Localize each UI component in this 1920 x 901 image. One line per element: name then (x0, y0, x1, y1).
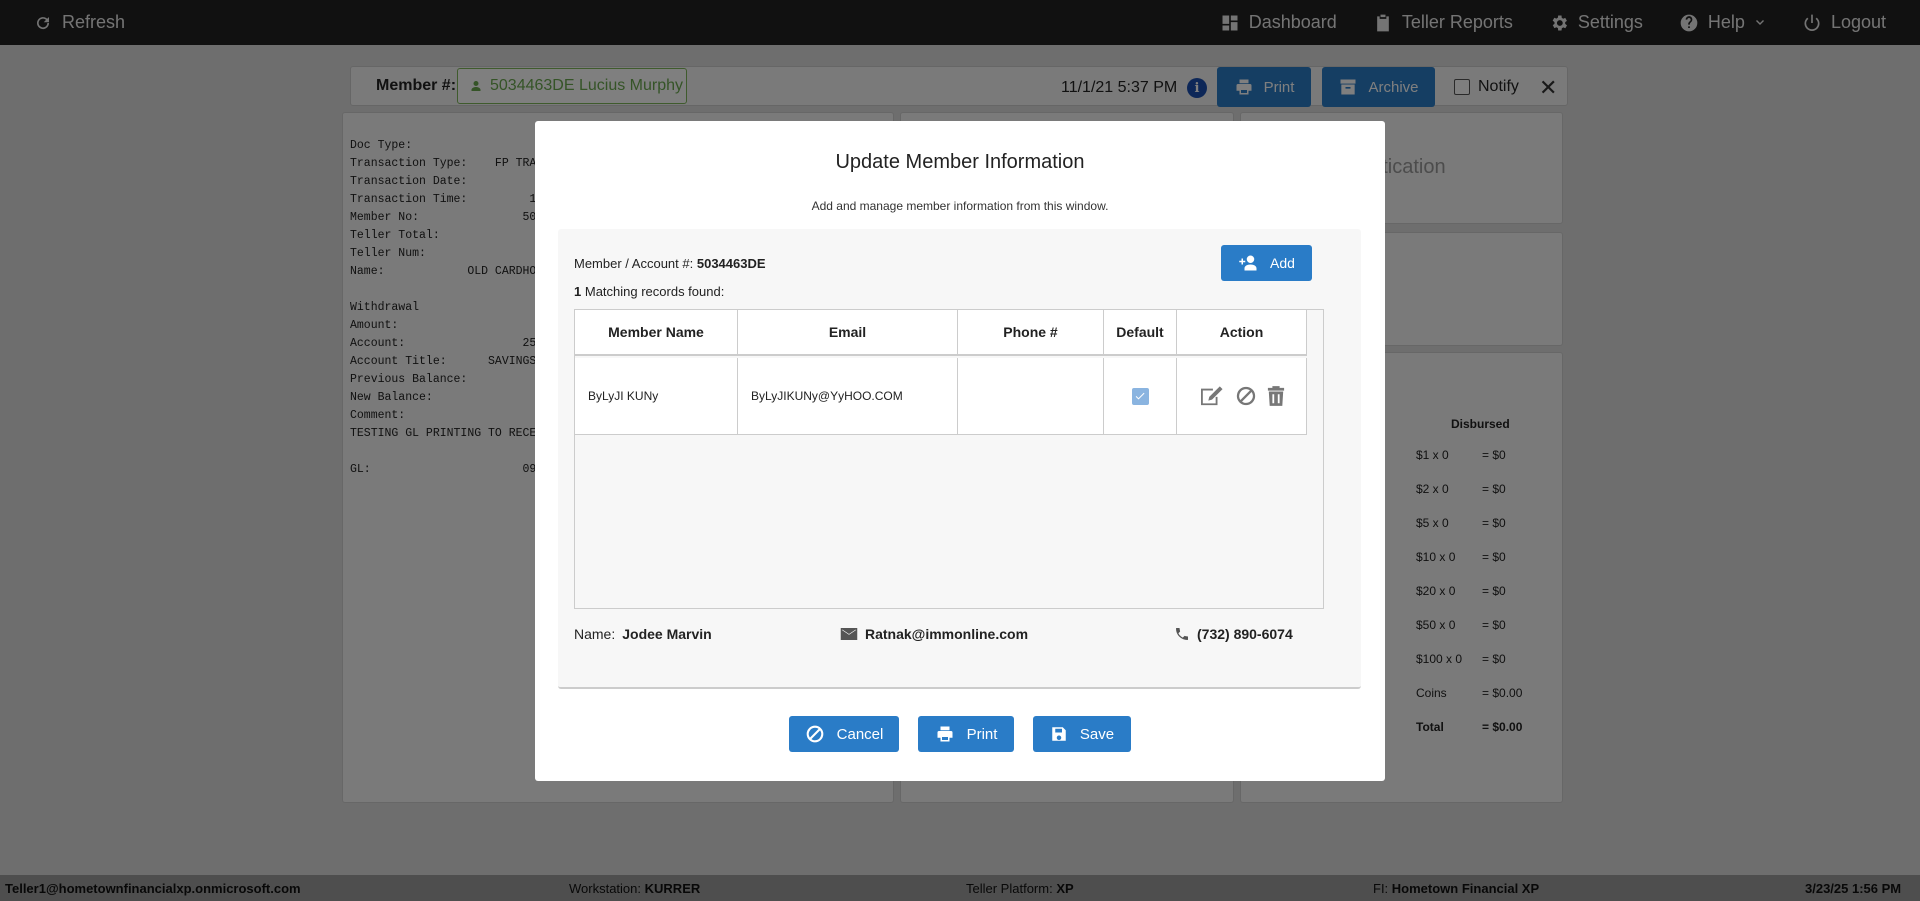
dialog-subtitle: Add and manage member information from t… (811, 199, 1109, 213)
save-button[interactable]: Save (1033, 716, 1131, 752)
column-phone[interactable]: Phone # (958, 310, 1104, 354)
trash-icon[interactable] (1267, 385, 1285, 407)
dialog-print-button[interactable]: Print (918, 716, 1014, 752)
contact-email-value: Ratnak@immonline.com (865, 626, 1029, 642)
contact-summary: Name: Jodee Marvin Ratnak@immonline.com … (574, 626, 1334, 646)
contact-phone: (732) 890-6074 (1174, 626, 1293, 642)
check-icon (1135, 392, 1145, 400)
cell-actions (1177, 358, 1307, 434)
cell-phone (958, 358, 1104, 434)
cancel-label: Cancel (836, 725, 884, 743)
account-value: 5034463DE (696, 256, 766, 271)
dialog-title: Update Member Information (835, 151, 1085, 173)
dialog-body: Member / Account #: 5034463DE 1 Matching… (558, 229, 1361, 689)
column-action: Action (1177, 310, 1307, 354)
account-label: Member / Account #: (574, 256, 694, 271)
column-email[interactable]: Email (738, 310, 958, 354)
match-text: Matching records found: (584, 284, 725, 299)
member-table: Member Name Email Phone # Default Action… (574, 309, 1324, 609)
table-row[interactable]: ByLyJI KUNy ByLyJIKUNy@YyHOO.COM (575, 358, 1307, 435)
save-icon (1052, 727, 1066, 741)
block-icon[interactable] (1235, 385, 1257, 407)
column-default[interactable]: Default (1104, 310, 1177, 354)
match-count: 1 (574, 284, 582, 299)
contact-name: Name: Jodee Marvin (574, 626, 712, 642)
contact-name-label: Name: (574, 626, 616, 642)
dialog-print-label: Print (966, 725, 998, 743)
contact-phone-value: (732) 890-6074 (1197, 626, 1293, 642)
contact-name-value: Jodee Marvin (622, 626, 712, 642)
cell-email: ByLyJIKUNy@YyHOO.COM (738, 358, 958, 434)
add-label: Add (1270, 255, 1295, 271)
table-header: Member Name Email Phone # Default Action (575, 310, 1307, 356)
add-member-button[interactable]: Add (1221, 245, 1312, 281)
printer-icon (937, 726, 953, 742)
cell-member-name: ByLyJI KUNy (575, 358, 738, 434)
save-label: Save (1079, 725, 1115, 743)
contact-email: Ratnak@immonline.com (840, 626, 1028, 642)
column-member-name[interactable]: Member Name (575, 310, 738, 354)
cancel-icon (806, 725, 823, 743)
edit-icon[interactable] (1199, 385, 1225, 407)
update-member-dialog: Update Member Information Add and manage… (535, 121, 1385, 781)
cancel-button[interactable]: Cancel (789, 716, 899, 752)
match-line: 1 Matching records found: (574, 284, 724, 299)
default-checkbox[interactable] (1131, 387, 1149, 405)
envelope-icon (840, 628, 858, 640)
add-user-icon (1239, 255, 1257, 271)
cell-default (1104, 358, 1177, 434)
account-line: Member / Account #: 5034463DE (574, 256, 766, 271)
phone-icon (1176, 628, 1188, 640)
